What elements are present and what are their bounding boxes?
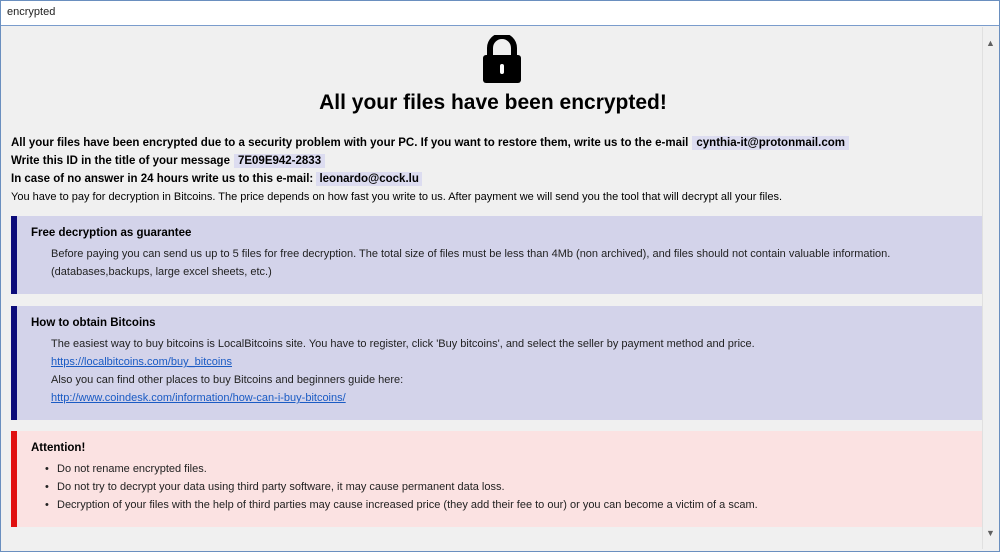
padlock-icon <box>483 35 521 83</box>
victim-id: 7E09E942-2833 <box>233 154 326 168</box>
bitcoin-body: The easiest way to buy bitcoins is Local… <box>51 335 971 407</box>
attention-list: Do not rename encrypted files. Do not tr… <box>45 460 971 514</box>
window-title: encrypted <box>7 6 56 18</box>
guarantee-title: Free decryption as guarantee <box>31 227 192 239</box>
intro-text-2: Write this ID in the title of your messa… <box>11 155 230 167</box>
attention-title: Attention! <box>31 442 86 454</box>
chevron-down-icon[interactable]: ▼ <box>983 525 998 541</box>
attention-box: Attention! Do not rename encrypted files… <box>11 431 983 527</box>
contact-email-primary: cynthia-it@protonmail.com <box>692 136 849 150</box>
contact-email-secondary: leonardo@cock.lu <box>316 172 422 186</box>
bitcoin-title: How to obtain Bitcoins <box>31 317 156 329</box>
page-title: All your files have been encrypted! <box>319 91 667 114</box>
intro-line-2: Write this ID in the title of your messa… <box>11 154 326 168</box>
guarantee-box: Free decryption as guarantee Before payi… <box>11 216 983 294</box>
intro-text-1: All your files have been encrypted due t… <box>11 137 689 149</box>
bitcoin-text-1: The easiest way to buy bitcoins is Local… <box>51 338 755 350</box>
list-item: Decryption of your files with the help o… <box>45 496 971 514</box>
chevron-up-icon[interactable]: ▲ <box>983 35 998 51</box>
intro-text-3: In case of no answer in 24 hours write u… <box>11 173 314 185</box>
intro-line-4: You have to pay for decryption in Bitcoi… <box>11 191 783 203</box>
localbitcoins-link[interactable]: https://localbitcoins.com/buy_bitcoins <box>51 356 232 368</box>
coindesk-link[interactable]: http://www.coindesk.com/information/how-… <box>51 392 346 404</box>
list-item: Do not try to decrypt your data using th… <box>45 478 971 496</box>
guarantee-text: Before paying you can send us up to 5 fi… <box>51 248 891 278</box>
vertical-scrollbar[interactable]: ▲ ▼ <box>982 27 998 549</box>
ransom-note-window: encrypted All your files have been encry… <box>0 0 1000 552</box>
title-bar: encrypted <box>1 1 999 26</box>
bitcoin-box: How to obtain Bitcoins The easiest way t… <box>11 306 983 420</box>
list-item: Do not rename encrypted files. <box>45 460 971 478</box>
intro-line-1: All your files have been encrypted due t… <box>11 136 849 150</box>
note-content: All your files have been encrypted! All … <box>3 27 983 549</box>
bitcoin-text-2: Also you can find other places to buy Bi… <box>51 374 404 386</box>
scroll-track[interactable] <box>986 57 995 377</box>
intro-line-3: In case of no answer in 24 hours write u… <box>11 172 422 186</box>
